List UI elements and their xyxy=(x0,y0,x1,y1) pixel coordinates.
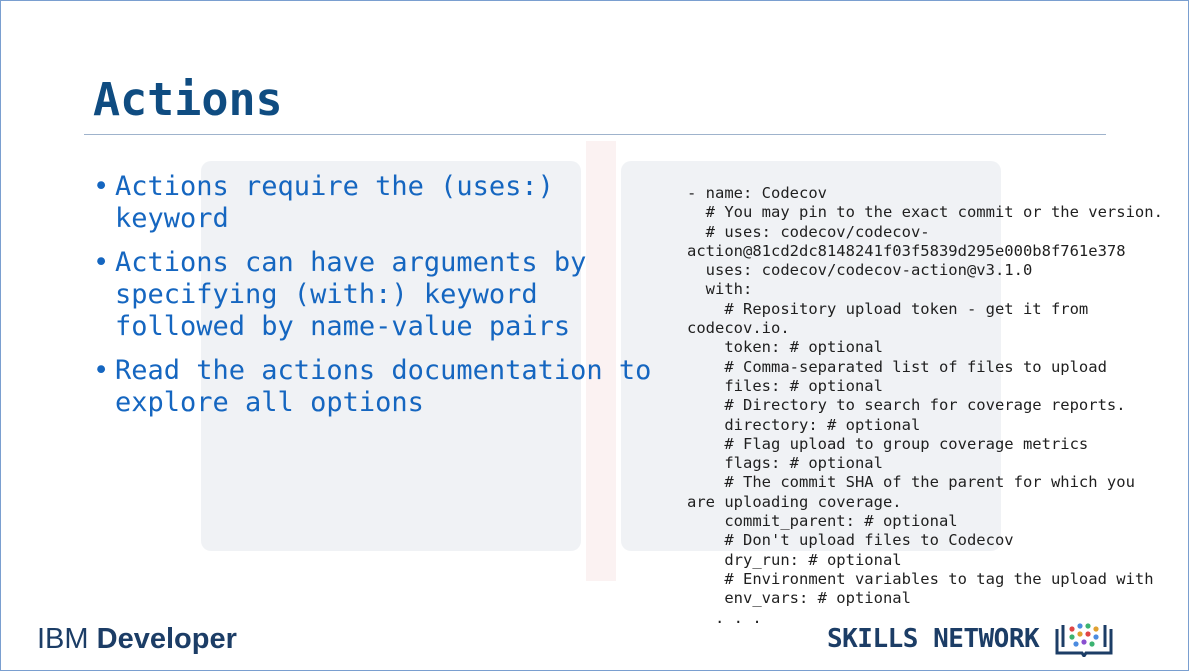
code-line: codecov.io. xyxy=(687,319,790,338)
code-line: commit_parent: # optional xyxy=(687,512,958,531)
code-line: # Directory to search for coverage repor… xyxy=(687,396,1126,415)
bullet-dot: • xyxy=(93,171,110,202)
bullet-dot: • xyxy=(93,247,110,278)
code-line: files: # optional xyxy=(687,376,883,395)
code-line: uses: codecov/codecov-action@v3.1.0 xyxy=(687,261,1033,280)
code-line: flags: # optional xyxy=(687,454,883,473)
bullet-dot: • xyxy=(93,355,110,386)
code-line: are uploading coverage. xyxy=(687,492,902,511)
bullet-item: • Read the actions documentation to expl… xyxy=(93,355,673,419)
bullet-list: • Actions require the (uses:) keyword • … xyxy=(93,171,673,431)
code-line: dry_run: # optional xyxy=(687,550,902,569)
code-line: # Repository upload token - get it from xyxy=(687,299,1089,318)
code-line: with: xyxy=(687,280,753,299)
code-line: token: # optional xyxy=(687,338,883,357)
code-line: # Don't upload files to Codecov xyxy=(687,531,1014,550)
code-line: # uses: codecov/codecov- xyxy=(687,222,930,241)
code-line: - name: Codecov xyxy=(687,184,827,202)
bullet-item: • Actions require the (uses:) keyword xyxy=(93,171,673,235)
bullet-text: Actions can have arguments by specifying… xyxy=(115,247,587,342)
bullet-item: • Actions can have arguments by specifyi… xyxy=(93,247,673,343)
slide: Actions • Actions require the (uses:) ke… xyxy=(0,0,1189,671)
title-divider xyxy=(84,134,1106,135)
ibm-developer-logo: IBM Developer xyxy=(37,621,237,657)
ibm-brand-text: IBM xyxy=(37,623,89,655)
slide-title: Actions xyxy=(93,73,283,126)
code-line: # Flag upload to group coverage metrics xyxy=(687,434,1089,453)
code-line: directory: # optional xyxy=(687,415,921,434)
code-line: action@81cd2dc8148241f03f5839d295e000b8f… xyxy=(687,241,1126,260)
skills-network-text: SKILLS NETWORK xyxy=(827,624,1040,654)
developer-brand-text: Developer xyxy=(96,623,237,655)
code-line: # You may pin to the exact commit or the… xyxy=(687,203,1163,222)
code-line: env_vars: # optional xyxy=(687,589,911,608)
bullet-text: Read the actions documentation to explor… xyxy=(115,355,652,418)
code-line: # Environment variables to tag the uploa… xyxy=(687,569,1154,588)
skills-network-logo: SKILLS NETWORK xyxy=(827,621,1115,657)
open-book-network-icon xyxy=(1055,623,1113,657)
yaml-code-block: - name: Codecov # You may pin to the exa… xyxy=(687,184,1163,628)
code-line: # Comma-separated list of files to uploa… xyxy=(687,357,1107,376)
bullet-text: Actions require the (uses:) keyword xyxy=(115,171,554,234)
code-line: . . . xyxy=(687,608,762,627)
code-line: # The commit SHA of the parent for which… xyxy=(687,473,1135,492)
